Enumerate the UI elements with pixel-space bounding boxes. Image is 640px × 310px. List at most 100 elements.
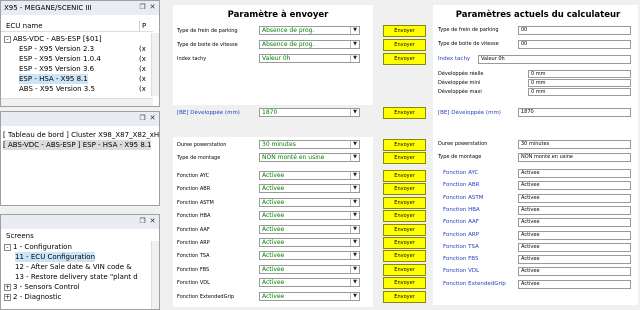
ecu-tree-item[interactable]: ABS - X95 Version 3.5	[19, 84, 95, 94]
ecu-tree-label: ESP - X95 Version 1.0.4	[19, 55, 101, 63]
be-combo[interactable]: 1870 ▼	[259, 108, 360, 117]
param-combo[interactable]: Absence de prog. ▼	[259, 26, 360, 35]
chevron-down-icon[interactable]: ▼	[350, 225, 359, 233]
screen-tree-item[interactable]: 13 - Restore delivery state "plant d	[15, 272, 138, 282]
ecu-panel-title: X95 - MEGANE/SCENIC III	[1, 1, 159, 15]
current-function-label: Fonction VDL	[443, 268, 480, 275]
function-combo[interactable]: Activee ▼	[259, 184, 360, 194]
send-button[interactable]: Envoyer	[383, 25, 426, 37]
selection-line-1[interactable]: [ Tableau de bord ] Cluster X98_X87_X82_…	[3, 130, 159, 140]
hscrollbar[interactable]	[1, 98, 153, 106]
function-label: Fonction ARP	[177, 240, 210, 246]
chevron-down-icon[interactable]: ▼	[350, 252, 359, 260]
function-combo[interactable]: Activee ▼	[259, 251, 360, 261]
current-function-field: Activee	[518, 267, 631, 277]
function-combo[interactable]: Activee ▼	[259, 171, 360, 180]
send-button[interactable]: Envoyer	[383, 152, 426, 164]
restore-icon[interactable]: ❐	[138, 114, 147, 123]
chevron-down-icon[interactable]: ▼	[350, 41, 359, 48]
chevron-down-icon[interactable]: ▼	[350, 141, 359, 148]
chevron-down-icon[interactable]: ▼	[350, 55, 359, 62]
screen-tree-item[interactable]: +3 - Sensors Control	[4, 282, 80, 292]
screen-tree-item[interactable]: 12 - After Sale date & VIN code &	[15, 262, 132, 272]
expand-toggle-icon[interactable]: +	[4, 283, 11, 291]
ecu-tree-label: ESP - HSA - X95 8.1	[19, 75, 88, 83]
chevron-down-icon[interactable]: ▼	[350, 212, 359, 220]
chevron-down-icon[interactable]: ▼	[350, 154, 359, 161]
current-function-field: Activee	[518, 279, 631, 289]
developed-field: 0 mm	[528, 79, 631, 87]
scrollbar[interactable]	[151, 241, 159, 309]
expand-toggle-icon[interactable]: -	[4, 243, 11, 251]
chevron-down-icon[interactable]: ▼	[350, 172, 359, 179]
send-button[interactable]: Envoyer	[383, 237, 426, 249]
screens-panel-title	[1, 215, 159, 229]
send-button[interactable]: Envoyer	[383, 223, 426, 236]
restore-icon[interactable]: ❐	[138, 3, 147, 12]
close-icon[interactable]: ✕	[148, 3, 157, 12]
current-function-field: Activee	[518, 218, 631, 228]
function-combo[interactable]: Activee ▼	[259, 238, 360, 247]
chevron-down-icon[interactable]: ▼	[350, 185, 359, 193]
function-combo[interactable]: Activee ▼	[259, 278, 360, 288]
send-button[interactable]: Envoyer	[383, 196, 426, 209]
send-button[interactable]: Envoyer	[383, 107, 426, 119]
send-button[interactable]: Envoyer	[383, 250, 426, 263]
expand-toggle-icon[interactable]: -	[4, 35, 11, 43]
screen-tree-item[interactable]: 11 - ECU Configuration	[15, 252, 96, 262]
current-param-label: Type de frein de parking	[438, 27, 499, 33]
send-button[interactable]: Envoyer	[383, 39, 426, 51]
send-button[interactable]: Envoyer	[383, 183, 426, 196]
current-param-label: Duree powerstation	[438, 141, 488, 147]
param-combo[interactable]: 30 minutes ▼	[259, 140, 360, 149]
chevron-down-icon[interactable]: ▼	[350, 279, 359, 287]
ecu-tree-item[interactable]: ESP - X95 Version 2.3	[19, 44, 94, 54]
screen-tree-item[interactable]: +2 - Diagnostic	[4, 292, 61, 302]
send-button[interactable]: Envoyer	[383, 170, 426, 182]
combo-value: Activee	[262, 265, 285, 273]
send-button[interactable]: Envoyer	[383, 290, 426, 303]
close-icon[interactable]: ✕	[148, 114, 157, 123]
chevron-down-icon[interactable]: ▼	[350, 109, 359, 116]
current-param-field: 30 minutes	[518, 140, 631, 149]
function-combo[interactable]: Activee ▼	[259, 224, 360, 234]
send-button[interactable]: Envoyer	[383, 53, 426, 65]
chevron-down-icon[interactable]: ▼	[350, 292, 359, 300]
function-combo[interactable]: Activee ▼	[259, 291, 360, 301]
ecu-tree-item[interactable]: ESP - X95 Version 3.6	[19, 64, 94, 74]
scrollbar[interactable]	[151, 33, 159, 96]
param-combo[interactable]: Absence de prog. ▼	[259, 40, 360, 49]
chevron-down-icon[interactable]: ▼	[350, 27, 359, 34]
send-button[interactable]: Envoyer	[383, 210, 426, 223]
ecu-tree-item[interactable]: ESP - HSA - X95 8.1	[19, 74, 88, 84]
selection-line-2[interactable]: [ ABS-VDC - ABS-ESP ] ESP - HSA - X95 8.…	[3, 140, 152, 150]
param-combo[interactable]: NON monté en usine ▼	[259, 153, 360, 162]
column-ecu-name[interactable]: ECU name	[6, 21, 43, 31]
send-button[interactable]: Envoyer	[383, 277, 426, 290]
chevron-down-icon[interactable]: ▼	[350, 198, 359, 206]
chevron-down-icon[interactable]: ▼	[350, 265, 359, 273]
function-combo[interactable]: Activee ▼	[259, 197, 360, 207]
column-p[interactable]: P	[139, 21, 146, 31]
current-function-field: Activee	[518, 230, 631, 240]
current-param-field: 00	[518, 40, 631, 49]
function-combo[interactable]: Activee ▼	[259, 264, 360, 274]
send-button[interactable]: Envoyer	[383, 139, 426, 151]
function-combo[interactable]: Activee ▼	[259, 211, 360, 221]
screen-tree-item[interactable]: -1 - Configuration	[4, 242, 72, 252]
ecu-tree-item[interactable]: - ABS-VDC - ABS-ESP [$01]	[4, 34, 102, 44]
developed-label: Développée mini	[438, 80, 481, 86]
close-icon[interactable]: ✕	[148, 217, 157, 226]
restore-icon[interactable]: ❐	[138, 217, 147, 226]
chevron-down-icon[interactable]: ▼	[350, 239, 359, 246]
screen-tree-label: 1 - Configuration	[13, 243, 72, 251]
ecu-tree-item[interactable]: ESP - X95 Version 1.0.4	[19, 54, 101, 64]
param-label: Type de montage	[177, 155, 221, 161]
param-combo[interactable]: Valeur 0h ▼	[259, 54, 360, 63]
expand-toggle-icon[interactable]: +	[4, 293, 11, 301]
screen-tree-label: 3 - Sensors Control	[13, 283, 80, 291]
send-button[interactable]: Envoyer	[383, 263, 426, 276]
ecu-tree-tail: (x	[139, 45, 146, 53]
ecu-column-header[interactable]: ECU name P	[1, 21, 153, 32]
current-param-label: Index tachy	[438, 56, 471, 62]
